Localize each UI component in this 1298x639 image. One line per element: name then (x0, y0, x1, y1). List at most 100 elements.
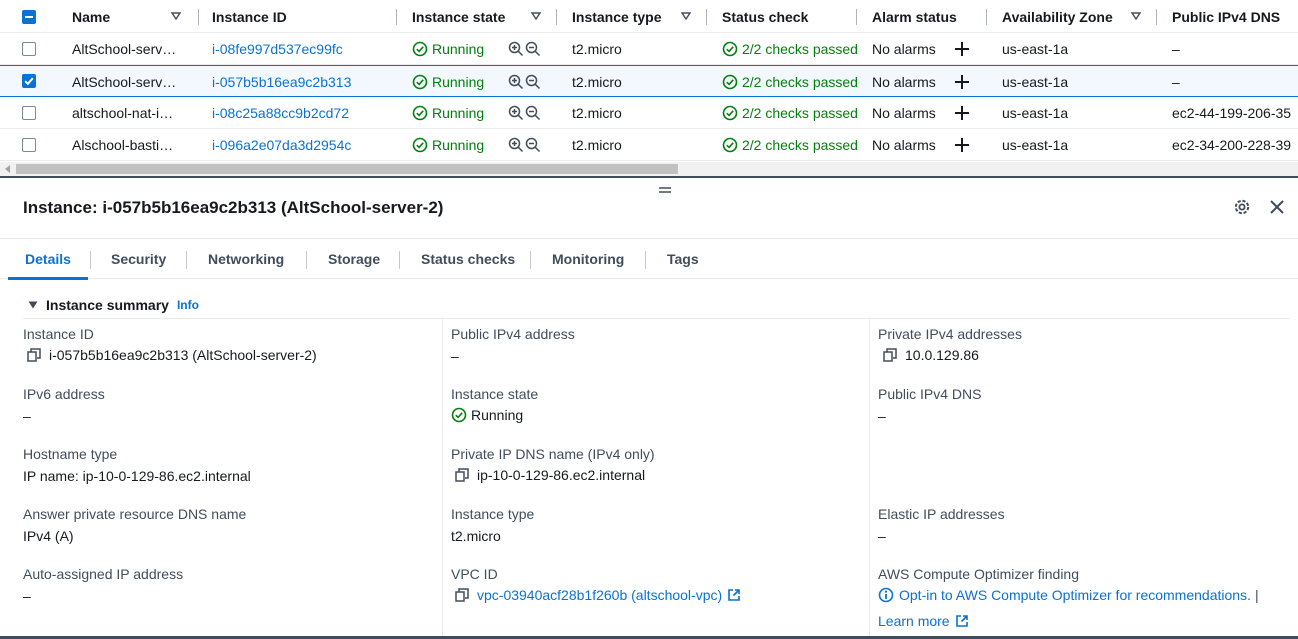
column-header-instance-state[interactable]: Instance state (412, 0, 505, 33)
column-header-public-ipv4-dns[interactable]: Public IPv4 DNS (1172, 0, 1280, 33)
zoom-out-icon[interactable] (525, 105, 541, 121)
close-icon[interactable] (1269, 199, 1285, 215)
add-alarm-button[interactable] (954, 66, 970, 97)
scroll-left-arrow-icon[interactable] (4, 165, 12, 173)
column-separator[interactable] (856, 9, 857, 25)
tab-separator (645, 251, 646, 269)
plus-icon[interactable] (954, 41, 970, 57)
public-ipv4-dns: – (1172, 40, 1180, 57)
link-separator: | (1254, 587, 1259, 603)
gear-icon[interactable] (1233, 198, 1251, 216)
status-check-label: 2/2 checks passed (742, 73, 858, 90)
external-link-icon[interactable] (727, 588, 741, 602)
status-check-label: 2/2 checks passed (742, 136, 858, 153)
instance-type: t2.micro (572, 40, 622, 57)
tab-separator (90, 251, 91, 269)
sort-caret-icon[interactable] (531, 11, 541, 21)
tab-details[interactable]: Details (8, 239, 88, 280)
tab-tags[interactable]: Tags (667, 239, 699, 279)
zoom-out-icon[interactable] (525, 74, 541, 90)
row-checkbox-checked[interactable] (22, 74, 36, 88)
instance-state: Running (412, 66, 484, 97)
status-check: 2/2 checks passed (722, 97, 858, 128)
info-circle-icon (878, 587, 894, 603)
zoom-in-icon[interactable] (508, 41, 524, 57)
horizontal-scrollbar[interactable] (0, 162, 1298, 176)
tab-status-checks[interactable]: Status checks (421, 239, 515, 279)
copy-icon[interactable] (883, 348, 897, 362)
column-separator[interactable] (706, 9, 707, 25)
learn-more-link[interactable]: Learn more (878, 613, 950, 629)
add-alarm-button[interactable] (954, 129, 970, 160)
column-header-instance-type[interactable]: Instance type (572, 0, 661, 33)
tab-storage[interactable]: Storage (328, 239, 380, 279)
table-row[interactable]: AltSchool-serv… i-08fe997d537ec99fc Runn… (0, 33, 1298, 65)
tab-monitoring[interactable]: Monitoring (552, 239, 624, 279)
elastic-ip-value: – (878, 528, 886, 544)
add-alarm-button[interactable] (954, 33, 970, 64)
column-header-name[interactable]: Name (72, 0, 110, 33)
instance-summary-title: Instance summary (46, 297, 169, 313)
copy-icon[interactable] (455, 588, 469, 602)
instance-type: t2.micro (572, 73, 622, 90)
zoom-out-icon[interactable] (525, 41, 541, 57)
sort-caret-icon[interactable] (1131, 11, 1141, 21)
instance-id-link[interactable]: i-096a2e07da3d2954c (212, 129, 351, 160)
row-checkbox[interactable] (22, 42, 36, 56)
column-separator[interactable] (198, 9, 199, 25)
tab-networking[interactable]: Networking (208, 239, 284, 279)
success-check-icon (722, 137, 738, 152)
vpc-id-link[interactable]: vpc-03940acf28b1f260b (altschool-vpc) (477, 587, 722, 603)
instances-table: Name Instance ID Instance state Instance… (0, 0, 1298, 178)
column-header-instance-id[interactable]: Instance ID (212, 0, 287, 33)
zoom-in-icon[interactable] (508, 137, 524, 153)
preferences-button[interactable] (1233, 198, 1251, 216)
column-separator[interactable] (986, 9, 987, 25)
row-checkbox[interactable] (22, 106, 36, 120)
availability-zone: us-east-1a (1002, 40, 1069, 57)
plus-icon[interactable] (954, 105, 970, 121)
instance-id-link[interactable]: i-08fe997d537ec99fc (212, 33, 343, 64)
availability-zone: us-east-1a (1002, 104, 1069, 121)
column-separator[interactable] (1156, 9, 1157, 25)
column-separator[interactable] (556, 9, 557, 25)
copy-icon[interactable] (455, 468, 469, 482)
add-alarm-button[interactable] (954, 97, 970, 128)
instance-id-link[interactable]: i-057b5b16ea9c2b313 (212, 66, 351, 97)
table-row[interactable]: altschool-nat-i… i-08c25a88cc9b2cd72 Run… (0, 97, 1298, 129)
column-header-status-check[interactable]: Status check (722, 0, 808, 33)
table-row[interactable]: Alschool-basti… i-096a2e07da3d2954c Runn… (0, 129, 1298, 161)
instance-summary-header[interactable]: Instance summary Info (28, 297, 199, 313)
instance-state: Running (412, 33, 484, 64)
column-header-availability-zone[interactable]: Availability Zone (1002, 0, 1113, 33)
row-checkbox[interactable] (22, 138, 36, 152)
sort-caret-icon[interactable] (681, 11, 691, 21)
info-link[interactable]: Info (177, 298, 199, 312)
public-ipv4-dns: ec2-34-200-228-39 (1172, 136, 1292, 153)
select-all-checkbox[interactable] (22, 10, 36, 24)
drag-handle-icon[interactable] (658, 186, 672, 194)
plus-icon[interactable] (954, 74, 970, 90)
checkmark-icon (24, 77, 34, 86)
column-header-alarm-status[interactable]: Alarm status (872, 0, 957, 33)
sort-caret-icon[interactable] (171, 11, 181, 21)
zoom-in-icon[interactable] (508, 74, 524, 90)
compute-optimizer-link[interactable]: Opt-in to AWS Compute Optimizer for reco… (899, 587, 1251, 603)
plus-icon[interactable] (954, 137, 970, 153)
scrollbar-thumb[interactable] (16, 164, 678, 174)
table-row-selected[interactable]: AltSchool-serv… i-057b5b16ea9c2b313 Runn… (0, 65, 1298, 97)
public-ipv4-dns: ec2-44-199-206-35 (1172, 104, 1292, 121)
copy-icon[interactable] (27, 348, 41, 362)
tab-security[interactable]: Security (111, 239, 166, 279)
close-panel-button[interactable] (1269, 199, 1285, 215)
external-link-icon[interactable] (955, 614, 969, 628)
caret-down-icon[interactable] (28, 300, 38, 310)
split-panel-divider[interactable] (0, 176, 1298, 178)
instance-id-link[interactable]: i-08c25a88cc9b2cd72 (212, 97, 349, 128)
column-separator[interactable] (396, 9, 397, 25)
split-panel-drag-handle[interactable] (658, 186, 672, 194)
tab-separator (186, 251, 187, 269)
zoom-in-icon[interactable] (508, 105, 524, 121)
summary-divider (23, 318, 1290, 319)
zoom-out-icon[interactable] (525, 137, 541, 153)
